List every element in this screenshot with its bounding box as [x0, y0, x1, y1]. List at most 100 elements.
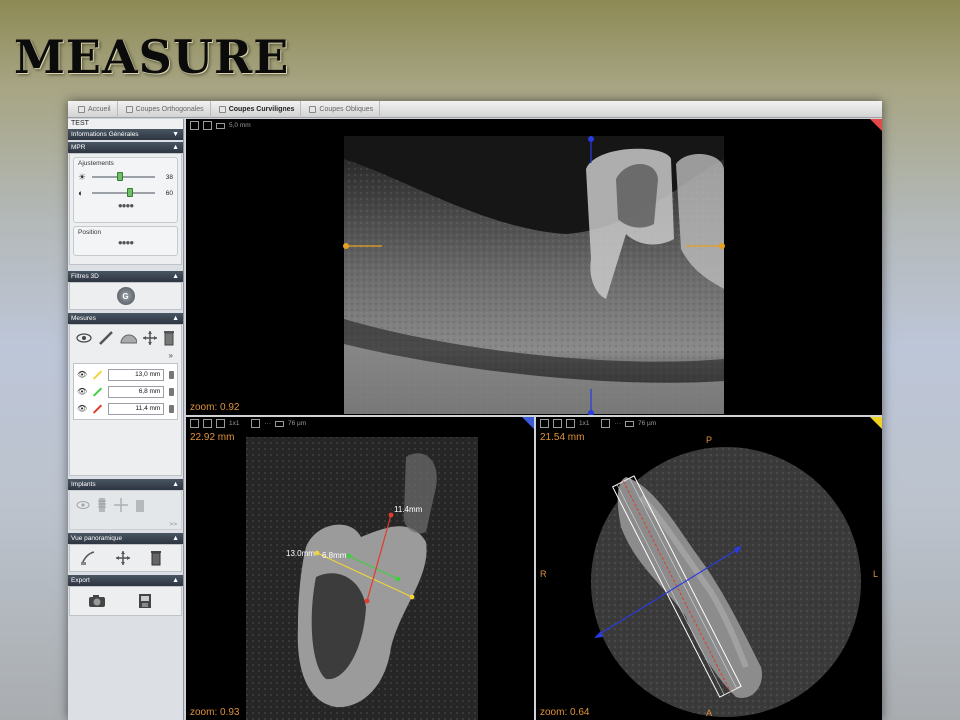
tab-home[interactable]: Accueil [72, 101, 118, 118]
collapse-icon: ▲ [172, 481, 179, 488]
move-icon[interactable] [114, 498, 128, 512]
adjust-group: Ajustements ☀ 38 ◐ 60 ●●●● [73, 157, 178, 223]
implant-tools [70, 491, 181, 519]
measures-header[interactable]: Mesures ▲ [68, 313, 183, 324]
ruler-icon[interactable] [98, 330, 114, 346]
brightness-row: ☀ 38 [74, 169, 177, 185]
section-title: Mesures [71, 315, 96, 322]
more-link[interactable]: >> [169, 521, 177, 528]
measure-color-swatch [92, 403, 103, 414]
panoramic-tools [70, 545, 181, 571]
orientation-right: R [540, 569, 547, 579]
orientation-anterior: A [706, 708, 713, 718]
position-reset-icon[interactable]: ●●●● [74, 238, 177, 250]
list-item[interactable]: 👁 13,0 mm [74, 366, 177, 383]
implant-icon[interactable] [96, 497, 108, 513]
collapse-icon: ▲ [172, 577, 179, 584]
export-header[interactable]: Export ▲ [68, 575, 183, 586]
trash-icon[interactable] [150, 550, 162, 566]
brightness-slider[interactable] [92, 172, 155, 181]
orientation-posterior: P [706, 435, 713, 445]
measure-color-swatch [92, 369, 103, 380]
implants-header[interactable]: Implants ▲ [68, 479, 183, 490]
filters-header[interactable]: Filtres 3D ▲ [68, 271, 183, 282]
panoramic-viewport[interactable]: 5,0 mm zoom: 0.92 [186, 119, 882, 415]
tab-oblique[interactable]: Coupes Obliques [303, 101, 381, 118]
move-icon[interactable] [116, 551, 130, 565]
tab-orthogonal[interactable]: Coupes Orthogonales [120, 101, 211, 118]
trash-icon[interactable] [134, 497, 146, 513]
zoom-readout: zoom: 0.92 [190, 402, 240, 413]
eye-icon[interactable]: 👁 [77, 370, 87, 379]
collapse-icon: ▲ [172, 315, 179, 322]
mpr-panel: Ajustements ☀ 38 ◐ 60 ●●●● Position ●●●● [69, 153, 182, 265]
measures-panel: » 👁 13,0 mm 👁 6,8 mm 👁 11,4 mm [69, 324, 182, 476]
angle-icon[interactable] [120, 332, 138, 344]
section-title: Export [71, 577, 90, 584]
cross-section-viewport[interactable]: 1x1 ··· 76 µm 22.92 mm 13.0mm 6.8mm 11.4… [186, 417, 534, 720]
collapse-icon: ▲ [172, 273, 179, 280]
trash-icon[interactable] [169, 370, 175, 379]
move-icon[interactable] [143, 331, 158, 345]
tab-label: Accueil [88, 105, 111, 113]
curve-icon [218, 105, 226, 113]
panoramic-image [343, 136, 725, 415]
trash-icon[interactable] [169, 387, 175, 396]
trash-icon[interactable] [163, 330, 175, 346]
mpr-header[interactable]: MPR ▲ [68, 142, 183, 153]
measure-list: 👁 13,0 mm 👁 6,8 mm 👁 11,4 mm [73, 363, 178, 420]
tab-label: Coupes Curvilignes [228, 105, 295, 113]
measure-value[interactable]: 11,4 mm [108, 402, 165, 415]
section-title: Implants [71, 481, 96, 488]
export-file-icon[interactable] [138, 593, 152, 609]
measure-color-swatch [92, 386, 103, 397]
tab-curvilinear[interactable]: Coupes Curvilignes [213, 101, 302, 118]
tab-bar: Accueil Coupes Orthogonales Coupes Curvi… [68, 101, 882, 118]
list-item[interactable]: 👁 11,4 mm [74, 400, 177, 417]
axial-image [591, 447, 861, 717]
contrast-value: 60 [165, 189, 173, 197]
measure-value[interactable]: 13,0 mm [108, 368, 165, 381]
collapse-icon: ▲ [172, 535, 179, 542]
contrast-slider[interactable] [92, 188, 155, 197]
measure-label-11-4: 11.4mm [394, 505, 423, 514]
case-name: TEST [68, 119, 183, 129]
sun-icon: ☀ [78, 171, 87, 182]
filter-button[interactable]: G [116, 287, 135, 305]
trash-icon[interactable] [169, 404, 175, 413]
tab-label: Coupes Orthogonales [135, 105, 204, 113]
draw-curve-icon[interactable] [80, 550, 96, 566]
home-icon [78, 105, 85, 113]
zoom-readout: zoom: 0.93 [190, 707, 240, 718]
export-tools [70, 587, 181, 615]
measure-tools [70, 325, 181, 351]
panoramic-header[interactable]: Vue panoramique ▲ [68, 533, 183, 544]
eye-icon[interactable] [76, 331, 92, 345]
measure-value[interactable]: 6,8 mm [108, 385, 165, 398]
contrast-row: ◐ 60 [74, 185, 177, 201]
panoramic-panel [69, 544, 182, 572]
oblique-icon [309, 105, 317, 113]
axial-viewport[interactable]: 1x1 ··· 76 µm 21.54 mm P A R L zoom: 0.6 [536, 417, 882, 720]
position-group: Position ●●●● [73, 226, 178, 256]
section-title: Filtres 3D [71, 273, 99, 280]
section-title: Vue panoramique [71, 535, 123, 542]
position-label: Position [78, 229, 102, 236]
adjust-reset-icon[interactable]: ●●●● [74, 201, 177, 213]
eye-icon[interactable] [76, 499, 90, 511]
zoom-readout: zoom: 0.64 [540, 707, 590, 718]
contrast-thumb[interactable] [126, 188, 133, 197]
section-title: MPR [71, 144, 86, 151]
eye-icon[interactable]: 👁 [77, 387, 87, 396]
brightness-thumb[interactable] [117, 172, 124, 181]
contrast-icon: ◐ [78, 188, 84, 198]
app-window: Accueil Coupes Orthogonales Coupes Curvi… [68, 101, 882, 720]
camera-icon[interactable] [88, 594, 106, 608]
eye-icon[interactable]: 👁 [77, 404, 87, 413]
expand-icon[interactable]: » [70, 351, 181, 360]
list-item[interactable]: 👁 6,8 mm [74, 383, 177, 400]
info-header[interactable]: Informations Générales ▼ [68, 129, 183, 140]
adjust-label: Ajustements [78, 160, 114, 167]
export-panel [69, 586, 182, 616]
cross-section-image: 13.0mm 6.8mm 11.4mm [246, 437, 478, 720]
